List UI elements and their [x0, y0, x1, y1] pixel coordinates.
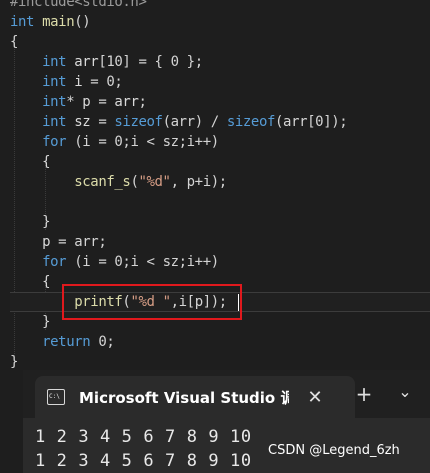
code-line[interactable]: #include<stdio.h> [10, 0, 147, 12]
code-token: sizeof [226, 114, 276, 130]
code-token: p [42, 234, 51, 250]
code-line[interactable]: scanf_s("%d", p+i); [10, 172, 227, 192]
code-line[interactable]: { [10, 272, 50, 292]
code-token: } [10, 314, 51, 330]
code-token: = arr; [50, 234, 107, 250]
code-line[interactable]: int main() [10, 12, 91, 32]
code-token: int [10, 14, 35, 30]
code-token: 0; [90, 334, 115, 350]
code-token: = 0; [82, 74, 123, 90]
code-token: sz [74, 114, 91, 130]
code-line[interactable]: int i = 0; [10, 72, 123, 92]
code-token: arr [74, 54, 99, 70]
plus-icon[interactable]: + [353, 382, 375, 406]
code-token: (i = 0;i < sz;i++) [66, 254, 219, 270]
console-app-icon: C:\ [47, 389, 65, 405]
code-line[interactable]: int sz = sizeof(arr) / sizeof(arr[0]); [10, 112, 348, 132]
code-token: int [42, 54, 67, 70]
code-token: { [10, 34, 19, 50]
code-token: int [42, 74, 67, 90]
code-token: #include<stdio.h> [10, 0, 147, 10]
code-line[interactable]: { [10, 32, 18, 52]
code-token: = [90, 94, 115, 110]
code-token: sizeof [114, 114, 163, 130]
code-line[interactable]: int* p = arr; [10, 92, 147, 112]
code-line[interactable]: for (i = 0;i < sz;i++) [10, 132, 219, 152]
code-token: return [42, 334, 91, 350]
code-line[interactable]: for (i = 0;i < sz;i++) [10, 252, 219, 272]
code-token: for [42, 254, 67, 270]
code-line[interactable]: { [10, 152, 50, 172]
code-token: = [90, 114, 115, 130]
code-token: [10] = { 0 }; [98, 54, 203, 70]
code-line[interactable]: } [10, 352, 18, 370]
code-line[interactable]: } [10, 212, 50, 232]
code-token: for [42, 134, 67, 150]
code-token: (i = 0;i < sz;i++) [66, 134, 219, 150]
code-token: , p+i); [170, 174, 228, 190]
chevron-down-icon[interactable]: ⌄ [395, 382, 415, 401]
code-token: "%d" [138, 174, 171, 190]
code-line[interactable]: int arr[10] = { 0 }; [10, 52, 203, 72]
code-token: ; [138, 94, 147, 110]
console-output-line: 1 2 3 4 5 6 7 8 9 10 [35, 427, 252, 447]
code-token: (arr) / [162, 114, 227, 130]
close-icon[interactable]: ✕ [305, 387, 325, 408]
code-editor[interactable]: #include<stdio.h> int main(){ int arr[10]… [0, 0, 430, 370]
code-token: (arr[0]); [275, 114, 348, 130]
console-tab-title: Microsoft Visual Studio 调试控制台 [79, 388, 289, 407]
console-tab[interactable]: C:\ Microsoft Visual Studio 调试控制台 ✕ [35, 376, 355, 418]
code-token: } [10, 214, 51, 230]
console-output-line: 1 2 3 4 5 6 7 8 9 10 [35, 451, 252, 471]
code-line[interactable]: } [10, 312, 50, 332]
code-token: scanf_s [74, 174, 131, 190]
code-line[interactable]: p = arr; [10, 232, 107, 252]
watermark-text: CSDN @Legend_6zh [268, 443, 400, 458]
annotation-highlight-box [62, 284, 242, 320]
code-token: int [42, 114, 67, 130]
code-token: arr [114, 94, 139, 110]
code-token: { [10, 274, 51, 290]
code-line[interactable]: return 0; [10, 332, 115, 352]
code-token: * [66, 94, 83, 110]
code-token: main [42, 14, 75, 30]
console-tab-bar: C:\ Microsoft Visual Studio 调试控制台 ✕ + ⌄ [23, 370, 430, 418]
code-token: { [10, 154, 51, 170]
code-token: int [42, 94, 67, 110]
code-token: } [10, 354, 19, 370]
code-token: () [74, 14, 91, 30]
